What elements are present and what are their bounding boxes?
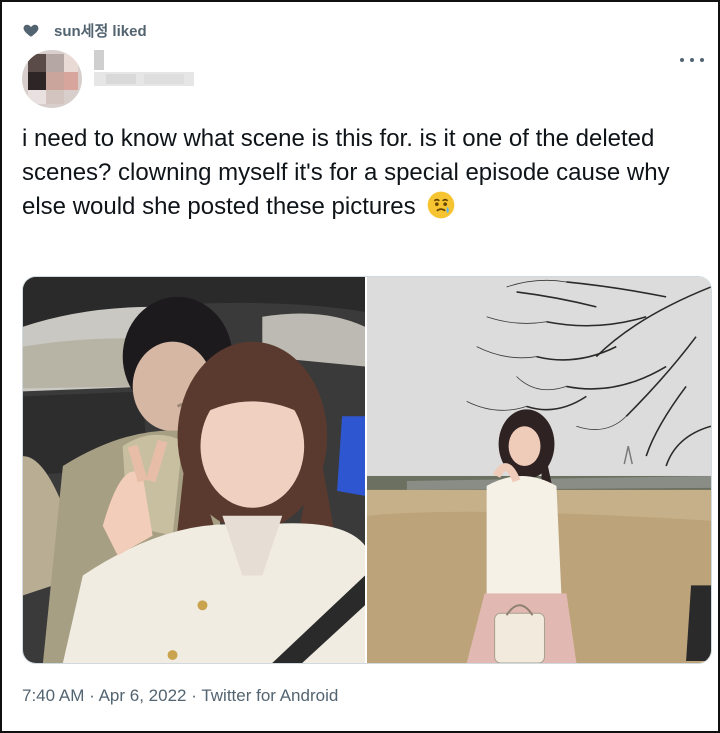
meta-separator: ·	[191, 686, 197, 705]
heart-icon	[23, 24, 39, 37]
tweet-date-link[interactable]: Apr 6, 2022	[99, 686, 187, 705]
avatar[interactable]	[22, 50, 82, 108]
park-photo-icon	[367, 277, 711, 663]
tweet-card[interactable]: sun세정 liked i need to know what scene is…	[0, 0, 720, 733]
photo-2[interactable]	[367, 277, 711, 663]
car-selfie-photo-icon	[23, 277, 365, 663]
photo-1[interactable]	[23, 277, 365, 663]
tweet-time-link[interactable]: 7:40 AM	[22, 686, 84, 705]
tweet-meta: 7:40 AM · Apr 6, 2022 · Twitter for Andr…	[22, 686, 338, 706]
liked-by-text[interactable]: sun세정 liked	[54, 20, 147, 41]
tweet-media[interactable]	[22, 276, 712, 664]
more-options-icon[interactable]	[680, 50, 704, 70]
author-name-blurred[interactable]	[94, 50, 204, 100]
tweet-text: i need to know what scene is this for. i…	[22, 125, 670, 220]
tweet-text-container: i need to know what scene is this for. i…	[22, 122, 692, 224]
tweet-source-link[interactable]: Twitter for Android	[201, 686, 338, 705]
meta-separator: ·	[89, 686, 95, 705]
crying-face-emoji-icon	[427, 191, 455, 219]
social-context: sun세정 liked	[22, 18, 147, 42]
